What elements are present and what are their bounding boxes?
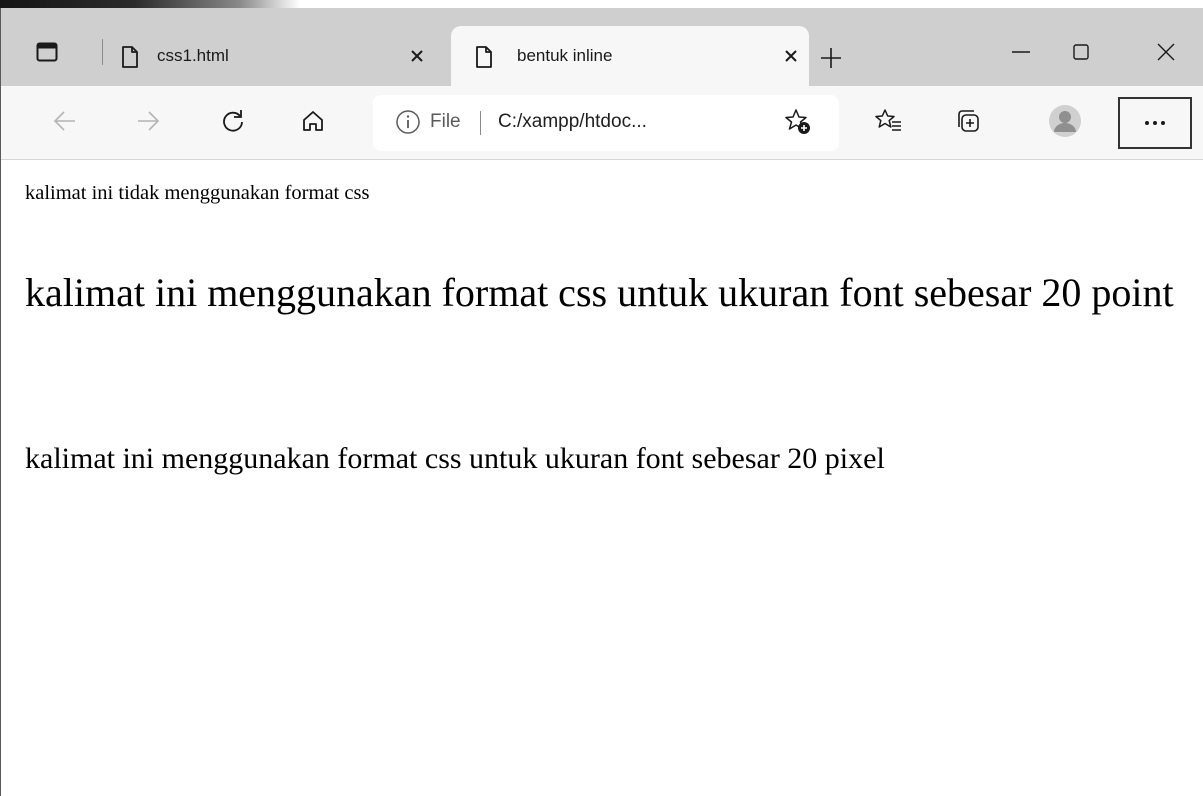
page-content: kalimat ini tidak menggunakan format css… (1, 160, 1203, 796)
info-icon[interactable] (395, 109, 421, 135)
tab-title: css1.html (157, 46, 229, 65)
maximize-icon (1073, 44, 1089, 60)
profile-button[interactable] (1043, 99, 1087, 143)
home-button[interactable] (291, 99, 335, 143)
window-close-icon (1157, 43, 1175, 61)
browser-window: css1.html bentuk inline File C:/xampp/ht… (0, 8, 1203, 796)
refresh-icon (221, 109, 245, 133)
avatar-icon (1048, 104, 1082, 138)
close-icon[interactable] (399, 26, 435, 86)
more-icon (1144, 120, 1166, 126)
top-strip (0, 0, 1203, 8)
address-scheme-label: File (430, 111, 461, 132)
address-separator (480, 111, 481, 135)
tab-actions-icon (36, 42, 58, 62)
tab-actions-button[interactable] (27, 32, 67, 72)
maximize-button[interactable] (1051, 30, 1111, 74)
collections-button[interactable] (946, 99, 990, 143)
arrow-right-icon (136, 110, 160, 132)
page-icon (475, 46, 493, 68)
tab-strip: css1.html bentuk inline (1, 8, 1203, 86)
tab-title: bentuk inline (517, 46, 613, 65)
collections-icon (955, 108, 981, 134)
forward-button[interactable] (126, 99, 170, 143)
more-button[interactable] (1118, 97, 1192, 149)
page-icon (121, 46, 139, 68)
address-bar[interactable]: File C:/xampp/htdoc... (373, 95, 839, 151)
minimize-button[interactable] (991, 30, 1051, 74)
arrow-left-icon (53, 110, 77, 132)
favorites-button[interactable] (866, 99, 910, 143)
tab-separator (102, 39, 103, 65)
navigation-toolbar: File C:/xampp/htdoc... (1, 86, 1203, 160)
favorites-icon (874, 108, 902, 134)
dark-smudge (0, 0, 300, 8)
plus-icon (820, 47, 842, 69)
back-button[interactable] (43, 99, 87, 143)
url-text[interactable]: C:/xampp/htdoc... (498, 111, 647, 133)
tab-bentuk-inline[interactable]: bentuk inline (451, 26, 809, 86)
pixel-size-text-line: kalimat ini menggunakan format css untuk… (25, 442, 885, 475)
plain-text-line: kalimat ini tidak menggunakan format css (25, 182, 370, 204)
new-tab-button[interactable] (811, 38, 851, 78)
refresh-button[interactable] (211, 99, 255, 143)
close-icon[interactable] (773, 26, 809, 86)
minimize-icon (1012, 50, 1030, 54)
window-close-button[interactable] (1136, 30, 1196, 74)
home-icon (302, 110, 324, 132)
tab-css1[interactable]: css1.html (109, 26, 451, 86)
point-size-text-line: kalimat ini menggunakan format css untuk… (25, 270, 1174, 315)
star-add-icon[interactable] (783, 107, 813, 137)
